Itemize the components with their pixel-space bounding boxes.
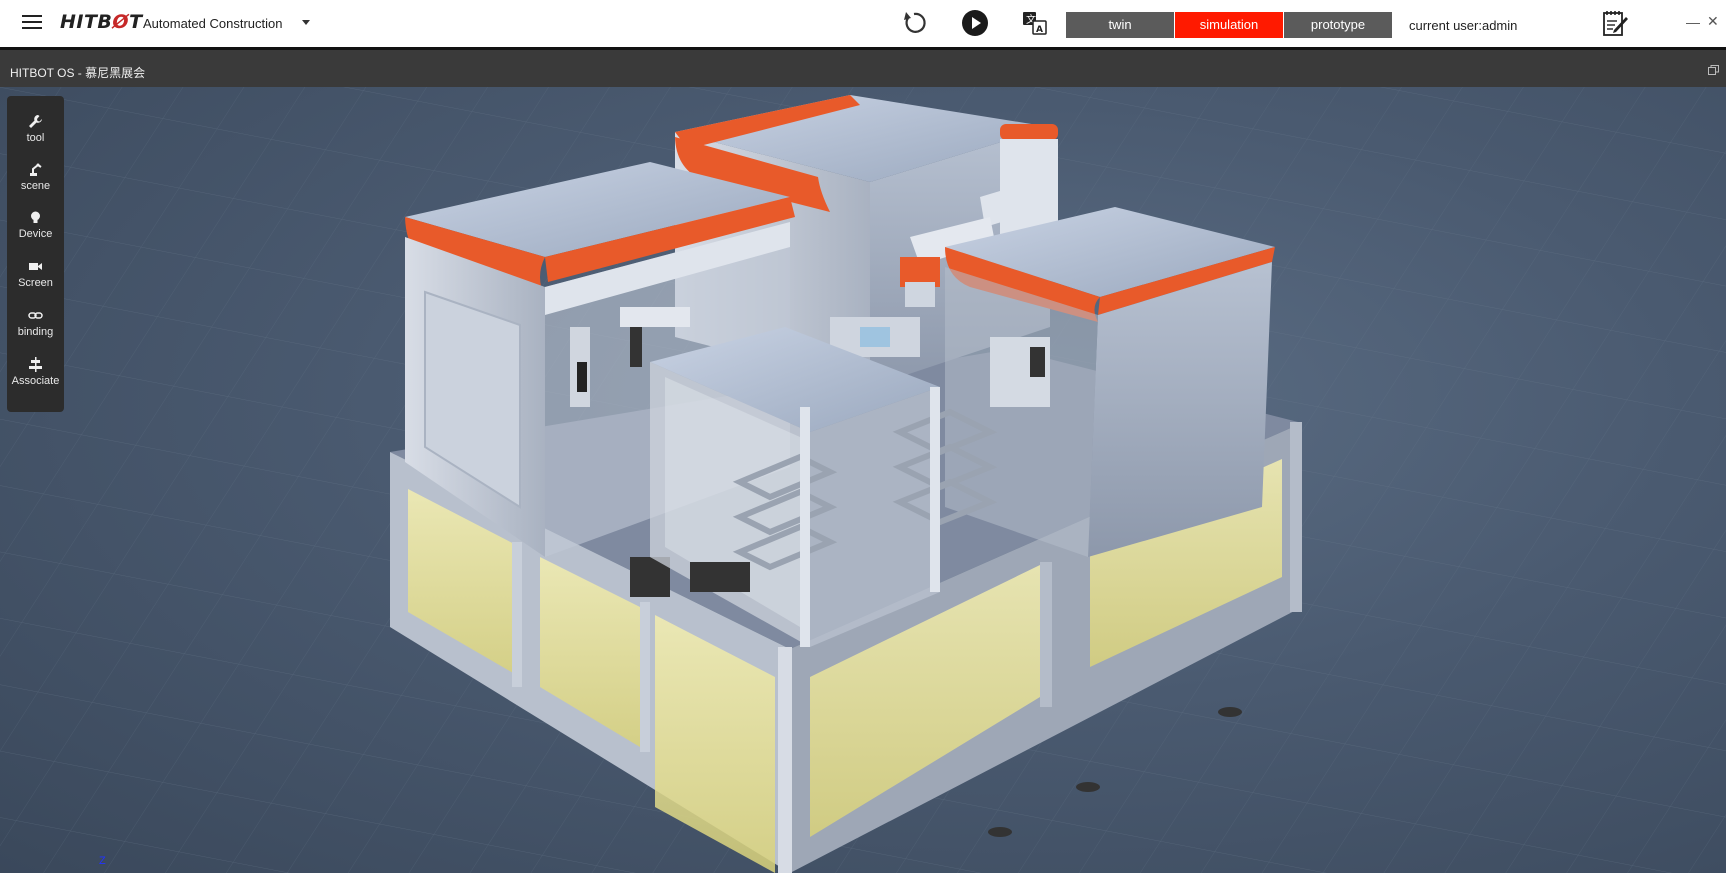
machine-model-render[interactable] <box>0 87 1726 873</box>
bulb-icon <box>31 211 40 223</box>
restore-window-icon[interactable] <box>1708 65 1719 75</box>
menu-icon[interactable] <box>22 15 42 31</box>
prototype-mode-button[interactable]: prototype <box>1284 12 1392 38</box>
wrench-icon <box>29 115 42 128</box>
minimize-button[interactable]: — <box>1686 14 1700 30</box>
translate-icon[interactable]: 文 A <box>1021 9 1049 37</box>
viewport-title-bar: HITBOT OS - 慕尼黑展会 <box>0 50 1726 87</box>
axis-z-label: Z <box>99 855 106 867</box>
associate-button[interactable]: Associate <box>7 353 64 399</box>
hitbot-logo: HITBØT <box>60 11 143 33</box>
device-button[interactable]: Device <box>7 206 64 252</box>
screen-button[interactable]: Screen <box>7 255 64 301</box>
svg-text:A: A <box>1036 25 1043 35</box>
align-icon <box>29 357 42 372</box>
tool-button[interactable]: tool <box>7 110 64 156</box>
reset-icon[interactable] <box>900 9 928 37</box>
binding-button[interactable]: binding <box>7 304 64 350</box>
project-name[interactable]: Automated Construction <box>143 16 282 31</box>
close-button[interactable]: ✕ <box>1707 13 1719 30</box>
window-title: HITBOT OS - 慕尼黑展会 <box>10 66 146 80</box>
twin-mode-button[interactable]: twin <box>1066 12 1174 38</box>
camera-icon <box>29 263 42 270</box>
chevron-down-icon[interactable] <box>302 20 310 25</box>
scene-button[interactable]: scene <box>7 158 64 204</box>
notepad-edit-icon[interactable] <box>1600 8 1630 38</box>
play-icon[interactable] <box>961 9 989 37</box>
3d-viewport[interactable] <box>0 87 1726 873</box>
simulation-mode-button[interactable]: simulation <box>1175 12 1283 38</box>
link-icon <box>28 312 43 319</box>
left-toolbox: tool scene Device Screen binding Associa… <box>7 96 64 412</box>
mode-switch: twin simulation prototype <box>1066 12 1393 38</box>
robot-arm-icon <box>30 163 42 176</box>
top-toolbar: HITBØT Automated Construction 文 A twin s… <box>0 0 1726 47</box>
current-user-label: current user:admin <box>1409 18 1518 33</box>
